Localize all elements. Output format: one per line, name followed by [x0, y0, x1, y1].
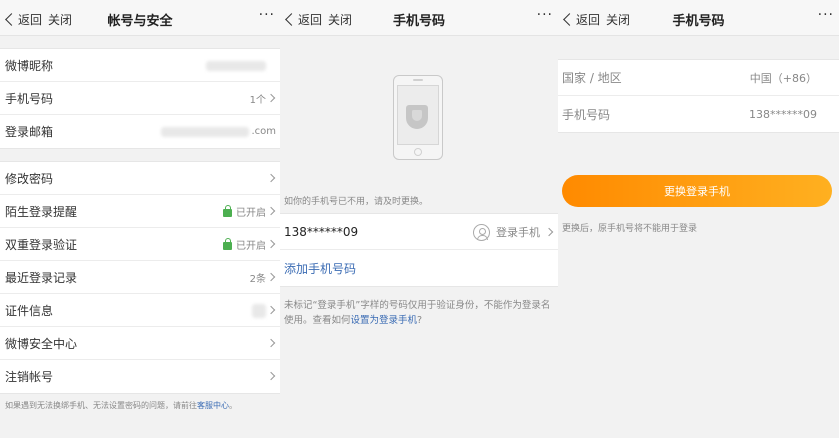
chevron-right-icon — [266, 272, 276, 282]
history-count: 2条 — [249, 274, 266, 285]
status-text: 已开启 — [236, 241, 266, 252]
phone-list: 138******09 登录手机 添加手机号码 — [280, 213, 558, 287]
change-login-phone-button[interactable]: 更换登录手机 — [562, 175, 832, 207]
footnote-text: 如果遇到无法换绑手机、无法设置密码的问题，请前往 — [5, 401, 197, 410]
nickname-value — [206, 49, 266, 82]
phone-info-group: 国家 / 地区 中国（+86） 手机号码 138******09 — [558, 59, 839, 133]
customer-service-link[interactable]: 客服中心 — [197, 401, 229, 410]
nav-bar: 返回 关闭 帐号与安全 ··· — [0, 0, 280, 36]
region-value: 中国（+86） — [749, 72, 817, 85]
phone-count: 1个 — [249, 95, 266, 106]
lock-icon — [223, 237, 232, 250]
phone-home-button — [414, 148, 422, 156]
chevron-right-icon — [266, 206, 276, 216]
row-login-history[interactable]: 最近登录记录 2条 — [0, 261, 280, 294]
note-end: ? — [417, 315, 423, 326]
account-security-panel: 返回 关闭 帐号与安全 ··· 微博昵称 手机号码 1个 登录邮箱 .com 修… — [0, 0, 280, 438]
row-label: 最近登录记录 — [5, 270, 78, 285]
set-login-phone-link[interactable]: 设置为登录手机 — [351, 315, 418, 326]
add-phone-link[interactable]: 添加手机号码 — [284, 260, 356, 277]
region-row[interactable]: 国家 / 地区 中国（+86） — [558, 60, 839, 96]
more-icon[interactable]: ··· — [259, 7, 275, 23]
region-label: 国家 / 地区 — [562, 71, 622, 85]
row-label: 证件信息 — [5, 303, 54, 318]
chevron-right-icon — [266, 305, 276, 315]
chevron-right-icon — [266, 239, 276, 249]
row-label: 注销帐号 — [5, 370, 54, 384]
email-suffix: .com — [251, 126, 276, 137]
status-value: 已开启 — [223, 228, 266, 261]
page-title: 手机号码 — [392, 14, 445, 29]
tip-text: 更换后，原手机号将不能用于登录 — [562, 224, 698, 234]
row-phone[interactable]: 手机号码 1个 — [0, 82, 280, 115]
more-icon[interactable]: ··· — [537, 7, 553, 23]
chevron-right-icon — [266, 93, 276, 103]
phone-number-panel: 返回 关闭 手机号码 ··· 如你的手机号已不用，请及时更换。 138*****… — [280, 0, 558, 438]
phone-shield-illustration — [393, 75, 443, 160]
phone-number: 138******09 — [284, 224, 359, 239]
change-phone-panel: 返回 关闭 手机号码 ··· 国家 / 地区 中国（+86） 手机号码 138*… — [558, 0, 839, 438]
phone-row[interactable]: 138******09 登录手机 — [280, 214, 558, 250]
row-id-info[interactable]: 证件信息 — [0, 294, 280, 327]
row-label: 登录邮箱 — [5, 125, 54, 139]
chevron-right-icon — [544, 227, 554, 237]
row-label: 手机号码 — [5, 91, 54, 106]
page-title: 帐号与安全 — [107, 14, 173, 29]
footnote-end: 。 — [229, 401, 237, 410]
chevron-right-icon — [266, 173, 276, 183]
explanation-note: 未标记“登录手机”字样的号码仅用于验证身份，不能作为登录名使用。查看如何设置为登… — [284, 298, 552, 328]
add-phone-row[interactable]: 添加手机号码 — [280, 250, 558, 286]
footnote: 如果遇到无法换绑手机、无法设置密码的问题，请前往客服中心。 — [0, 394, 280, 418]
row-security-center[interactable]: 微博安全中心 — [0, 327, 280, 360]
chevron-right-icon — [266, 338, 276, 348]
row-change-password[interactable]: 修改密码 — [0, 162, 280, 195]
row-label: 微博安全中心 — [5, 336, 78, 351]
row-stranger-login-alert[interactable]: 陌生登录提醒 已开启 — [0, 195, 280, 228]
row-email[interactable]: 登录邮箱 .com — [0, 115, 280, 148]
lock-icon — [223, 204, 232, 217]
login-phone-tag: 登录手机 — [473, 214, 540, 250]
nav-bar: 返回 关闭 手机号码 ··· — [558, 0, 839, 36]
security-group: 修改密码 陌生登录提醒 已开启 双重登录验证 已开启 最近登录记录 2条 证件信… — [0, 161, 280, 394]
row-label: 陌生登录提醒 — [5, 204, 78, 219]
shield-icon — [406, 105, 428, 129]
phone-speaker — [413, 79, 423, 81]
chevron-right-icon — [266, 371, 276, 381]
row-label: 修改密码 — [5, 171, 54, 186]
id-value — [252, 294, 266, 327]
page-title: 手机号码 — [672, 14, 725, 29]
status-text: 已开启 — [236, 208, 266, 219]
phone-row: 手机号码 138******09 — [558, 96, 839, 132]
phone-value: 138******09 — [749, 107, 817, 121]
row-two-factor[interactable]: 双重登录验证 已开启 — [0, 228, 280, 261]
hint-text: 如你的手机号已不用，请及时更换。 — [284, 197, 429, 207]
email-value: .com — [161, 115, 276, 148]
login-tag-label: 登录手机 — [496, 226, 540, 239]
nav-bar: 返回 关闭 手机号码 ··· — [280, 0, 558, 36]
user-icon — [473, 223, 490, 241]
row-label: 双重登录验证 — [5, 237, 78, 252]
more-icon[interactable]: ··· — [818, 7, 834, 23]
profile-group: 微博昵称 手机号码 1个 登录邮箱 .com — [0, 48, 280, 149]
phone-label: 手机号码 — [562, 107, 611, 122]
row-label: 微博昵称 — [5, 58, 54, 73]
row-delete-account[interactable]: 注销帐号 — [0, 360, 280, 393]
status-value: 已开启 — [223, 195, 266, 228]
row-nickname[interactable]: 微博昵称 — [0, 49, 280, 82]
